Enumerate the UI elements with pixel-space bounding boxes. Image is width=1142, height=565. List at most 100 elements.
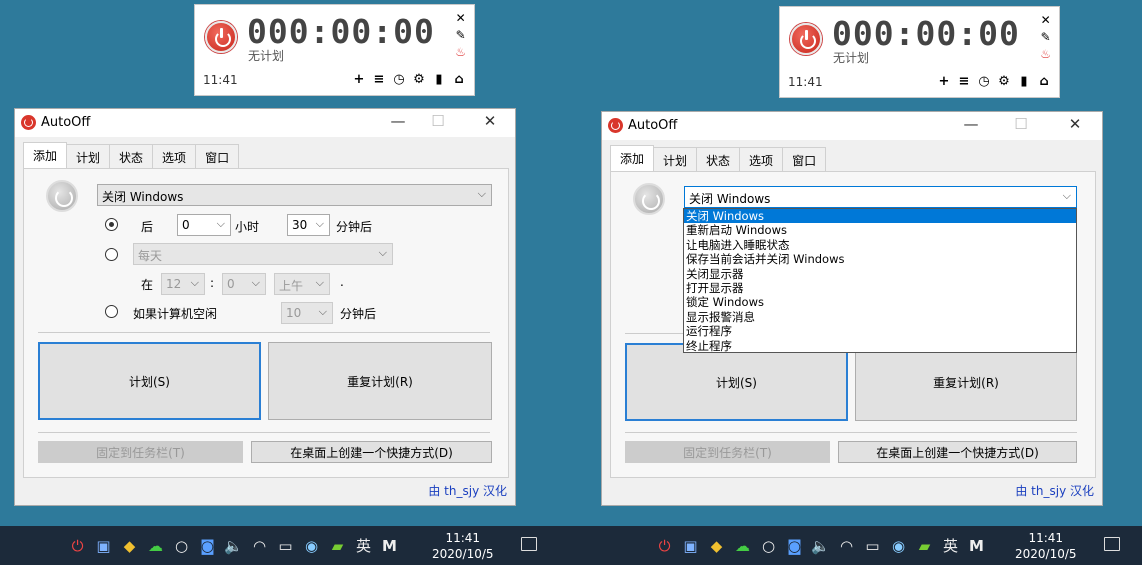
- tab-plan[interactable]: 计划: [66, 144, 111, 168]
- drop-icon[interactable]: ♨: [455, 45, 466, 59]
- network-icon[interactable]: ◉: [889, 537, 908, 555]
- ampm-select[interactable]: 上午 ⌵: [274, 273, 330, 295]
- dropdown-option[interactable]: 显示报警消息: [684, 310, 1076, 324]
- at-hour-select[interactable]: 12 ⌵: [161, 273, 205, 295]
- power-icon[interactable]: ⏻: [68, 537, 87, 555]
- volume-icon[interactable]: 🔈: [811, 537, 830, 555]
- plus-icon[interactable]: +: [352, 72, 366, 87]
- dropdown-option[interactable]: 打开显示器: [684, 281, 1076, 295]
- tab-status[interactable]: 状态: [109, 144, 154, 168]
- dropdown-option[interactable]: 让电脑进入睡眠状态: [684, 238, 1076, 252]
- pin-taskbar-button[interactable]: 固定到任务栏(T): [625, 441, 830, 463]
- battery-icon[interactable]: ▭: [276, 537, 295, 555]
- credit-link[interactable]: 由 th_sjy 汉化: [428, 482, 507, 499]
- shield-icon[interactable]: ◆: [707, 537, 726, 555]
- idle-select[interactable]: 10 ⌵: [281, 302, 333, 324]
- ime-icon[interactable]: 英: [941, 535, 960, 556]
- dropdown-option[interactable]: 关闭显示器: [684, 267, 1076, 281]
- schedule-button[interactable]: 计划(S): [625, 343, 848, 421]
- minutes-select[interactable]: 30 ⌵: [287, 214, 330, 236]
- credit-link[interactable]: 由 th_sjy 汉化: [1015, 482, 1094, 499]
- repeat-schedule-button[interactable]: 重复计划(R): [268, 342, 492, 420]
- wechat-icon[interactable]: ☁: [146, 537, 165, 555]
- gear-icon[interactable]: ⚙: [997, 74, 1011, 89]
- m-icon[interactable]: M: [380, 537, 399, 555]
- tab-window[interactable]: 窗口: [782, 147, 827, 171]
- app2-icon[interactable]: ◙: [198, 537, 217, 555]
- pin-icon[interactable]: ✎: [1040, 30, 1051, 44]
- lock-icon[interactable]: ▮: [432, 72, 446, 87]
- taskbar-clock[interactable]: 11:41 2020/10/5: [432, 530, 494, 562]
- home-icon[interactable]: ⌂: [452, 72, 466, 87]
- list-icon[interactable]: ≡: [957, 74, 971, 89]
- maximize-button[interactable]: ☐: [1010, 115, 1032, 133]
- at-minute-select[interactable]: 0 ⌵: [222, 273, 266, 295]
- close-button[interactable]: ✕: [1064, 115, 1086, 133]
- power-icon[interactable]: ⏻: [655, 537, 674, 555]
- tab-plan[interactable]: 计划: [653, 147, 698, 171]
- circle-icon[interactable]: ○: [172, 537, 191, 555]
- action-select[interactable]: 关闭 Windows ⌵: [97, 184, 492, 206]
- title-bar[interactable]: AutoOff — ☐ ✕: [602, 112, 1102, 140]
- clock-icon[interactable]: ◷: [392, 72, 406, 87]
- nvidia-icon[interactable]: ▰: [915, 537, 934, 555]
- daily-select[interactable]: 每天 ⌵: [133, 243, 393, 265]
- pin-taskbar-button[interactable]: 固定到任务栏(T): [38, 441, 243, 463]
- desktop-shortcut-button[interactable]: 在桌面上创建一个快捷方式(D): [838, 441, 1077, 463]
- title-bar[interactable]: AutoOff — ☐ ✕: [15, 109, 515, 137]
- power-icon[interactable]: [205, 21, 237, 53]
- dropdown-option[interactable]: 保存当前会话并关闭 Windows: [684, 252, 1076, 266]
- dropdown-option[interactable]: 终止程序: [684, 339, 1076, 353]
- gear-icon[interactable]: ⚙: [412, 72, 426, 87]
- minimize-button[interactable]: —: [387, 112, 409, 130]
- power-icon[interactable]: [790, 23, 822, 55]
- radio-daily[interactable]: [105, 248, 118, 261]
- notification-icon[interactable]: [1104, 537, 1120, 551]
- minimize-button[interactable]: —: [960, 115, 982, 133]
- radio-after[interactable]: [105, 218, 118, 231]
- ime-icon[interactable]: 英: [354, 535, 373, 556]
- battery-icon[interactable]: ▭: [863, 537, 882, 555]
- radio-idle[interactable]: [105, 305, 118, 318]
- dropdown-option[interactable]: 关闭 Windows: [684, 209, 1076, 224]
- app-icon[interactable]: ▣: [681, 537, 700, 555]
- close-icon[interactable]: ✕: [455, 11, 466, 25]
- tab-options[interactable]: 选项: [152, 144, 197, 168]
- action-select[interactable]: 关闭 Windows ⌵: [684, 186, 1077, 208]
- hours-select[interactable]: 0 ⌵: [177, 214, 231, 236]
- app-icon[interactable]: ▣: [94, 537, 113, 555]
- wifi-icon[interactable]: ◠: [250, 537, 269, 555]
- wechat-icon[interactable]: ☁: [733, 537, 752, 555]
- tab-add[interactable]: 添加: [23, 142, 68, 168]
- taskbar-clock[interactable]: 11:41 2020/10/5: [1015, 530, 1077, 562]
- nvidia-icon[interactable]: ▰: [328, 537, 347, 555]
- m-icon[interactable]: M: [967, 537, 986, 555]
- list-icon[interactable]: ≡: [372, 72, 386, 87]
- tab-add[interactable]: 添加: [610, 145, 655, 171]
- home-icon[interactable]: ⌂: [1037, 74, 1051, 89]
- circle-icon[interactable]: ○: [759, 537, 778, 555]
- desktop-shortcut-button[interactable]: 在桌面上创建一个快捷方式(D): [251, 441, 492, 463]
- dropdown-option[interactable]: 运行程序: [684, 324, 1076, 338]
- wifi-icon[interactable]: ◠: [837, 537, 856, 555]
- tab-window[interactable]: 窗口: [195, 144, 240, 168]
- plus-icon[interactable]: +: [937, 74, 951, 89]
- volume-icon[interactable]: 🔈: [224, 537, 243, 555]
- network-icon[interactable]: ◉: [302, 537, 321, 555]
- app2-icon[interactable]: ◙: [785, 537, 804, 555]
- shield-icon[interactable]: ◆: [120, 537, 139, 555]
- tab-status[interactable]: 状态: [696, 147, 741, 171]
- schedule-button[interactable]: 计划(S): [38, 342, 261, 420]
- pin-icon[interactable]: ✎: [455, 28, 466, 42]
- close-icon[interactable]: ✕: [1040, 13, 1051, 27]
- dropdown-option[interactable]: 重新启动 Windows: [684, 223, 1076, 237]
- repeat-schedule-button[interactable]: 重复计划(R): [855, 343, 1077, 421]
- dropdown-option[interactable]: 锁定 Windows: [684, 295, 1076, 309]
- drop-icon[interactable]: ♨: [1040, 47, 1051, 61]
- lock-icon[interactable]: ▮: [1017, 74, 1031, 89]
- close-button[interactable]: ✕: [479, 112, 501, 130]
- tab-options[interactable]: 选项: [739, 147, 784, 171]
- maximize-button[interactable]: ☐: [427, 112, 449, 130]
- notification-icon[interactable]: [521, 537, 537, 551]
- clock-icon[interactable]: ◷: [977, 74, 991, 89]
